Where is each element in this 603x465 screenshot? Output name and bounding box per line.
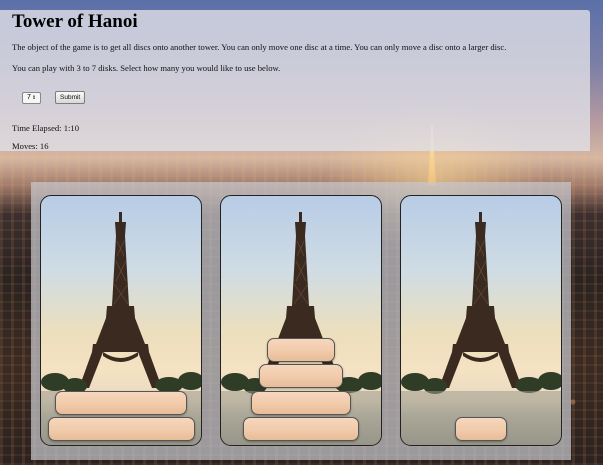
info-panel: Tower of Hanoi The object of the game is… xyxy=(0,10,590,151)
select-arrows-icon: ⇕ xyxy=(31,94,37,101)
disc-size-6[interactable] xyxy=(55,390,187,415)
submit-button[interactable]: Submit xyxy=(55,91,86,104)
tower-2[interactable] xyxy=(220,195,382,446)
disc-size-2[interactable] xyxy=(267,337,335,362)
move-counter: Moves: 16 xyxy=(12,141,49,151)
disc-count-controls: 7⇕ Submit xyxy=(22,91,86,104)
game-description: The object of the game is to get all dis… xyxy=(12,42,507,52)
disc-size-3 xyxy=(259,364,343,388)
game-board xyxy=(31,182,571,460)
disc-size-7 xyxy=(47,417,195,441)
game-instructions: You can play with 3 to 7 disks. Select h… xyxy=(12,63,281,73)
tower-1[interactable] xyxy=(40,195,202,446)
disc-size-4 xyxy=(251,390,351,415)
disc-count-select[interactable]: 7⇕ xyxy=(22,91,41,104)
disc-size-1[interactable] xyxy=(455,417,507,441)
disc-count-value: 7 xyxy=(26,93,31,101)
disc-size-5 xyxy=(243,417,359,441)
page-title: Tower of Hanoi xyxy=(12,11,138,32)
time-elapsed: Time Elapsed: 1:10 xyxy=(12,123,79,133)
eiffel-tower-image xyxy=(401,212,561,445)
tower-3[interactable] xyxy=(400,195,562,446)
